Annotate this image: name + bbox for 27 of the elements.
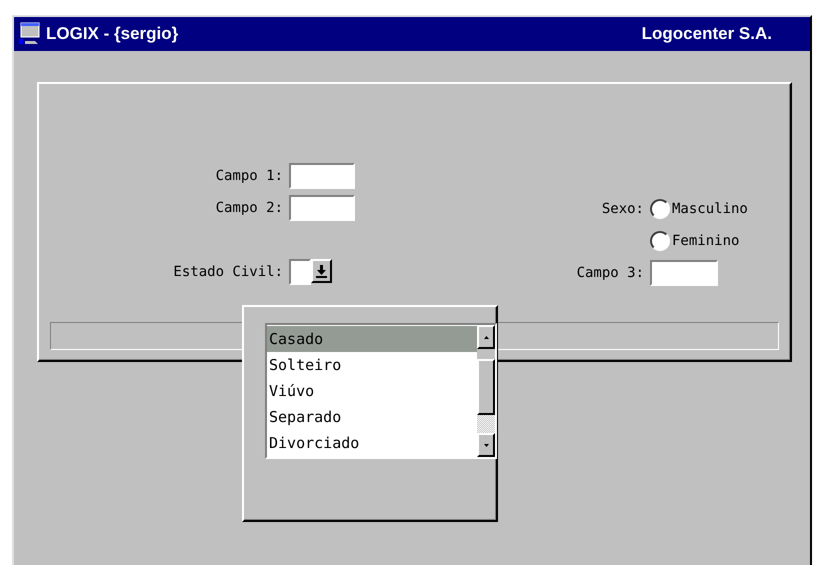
list-item[interactable]: Separado <box>267 404 477 430</box>
field-label: Sexo: <box>600 201 644 217</box>
field-label: Campo 3: <box>576 265 644 281</box>
scroll-track <box>477 415 495 433</box>
input-field[interactable] <box>289 195 355 221</box>
scroll-down-button[interactable] <box>477 433 495 457</box>
company-name: Logocenter S.A. <box>642 24 772 44</box>
radio-button[interactable]: Feminino <box>650 228 748 254</box>
scroll-thumb[interactable] <box>477 359 495 415</box>
list-item[interactable]: Viúvo <box>267 378 477 404</box>
down-arrow-icon <box>484 444 488 446</box>
field-label: Campo 2: <box>214 200 283 216</box>
window-title: LOGIX - {sergio} <box>46 24 180 44</box>
list-item[interactable]: Casado <box>267 326 477 352</box>
down-arrow-icon <box>316 264 327 278</box>
scroll-up-button[interactable] <box>477 325 495 349</box>
dropdown-button[interactable] <box>311 259 332 283</box>
radio-button[interactable]: Masculino <box>650 196 748 222</box>
input-field[interactable] <box>650 260 718 286</box>
scrollbar[interactable] <box>477 325 495 457</box>
input-field[interactable] <box>289 163 355 189</box>
list-item[interactable]: Divorciado <box>267 430 477 456</box>
list-item[interactable]: Solteiro <box>267 352 477 378</box>
field-label: Estado Civil: <box>172 264 283 280</box>
computer-icon <box>18 22 42 46</box>
up-arrow-icon <box>484 336 488 338</box>
field-label: Campo 1: <box>214 168 283 184</box>
